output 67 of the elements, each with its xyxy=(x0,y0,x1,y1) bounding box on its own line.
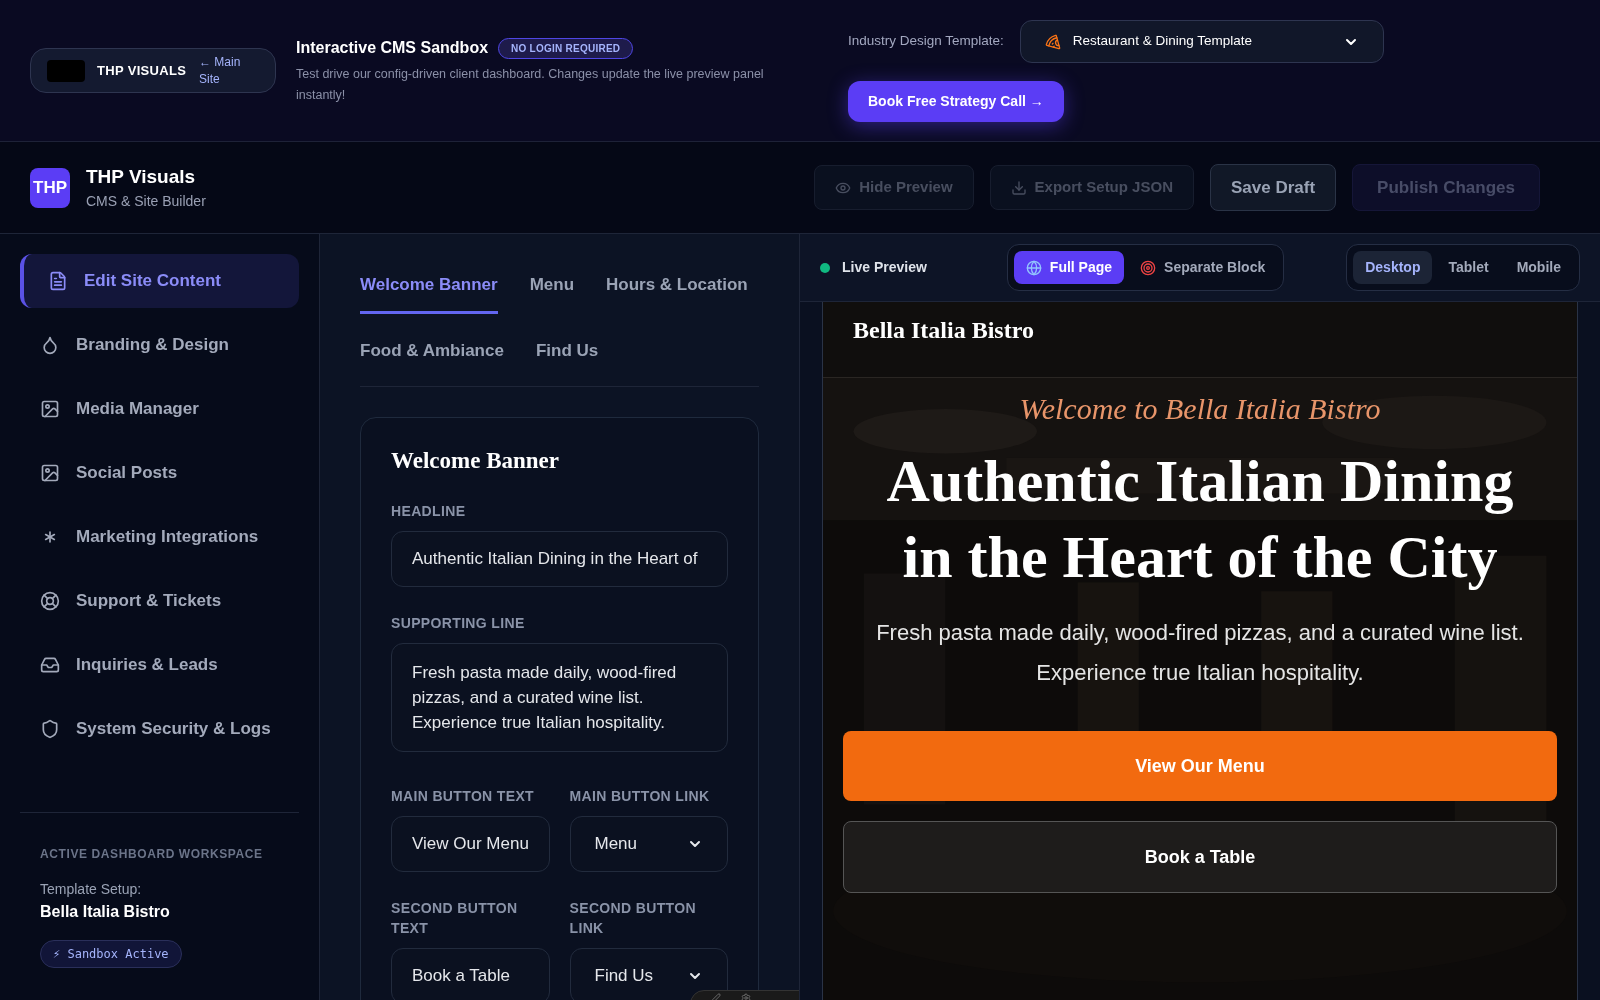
hero-headline: Authentic Italian Dining in the Heart of the City xyxy=(885,447,1515,592)
pen-icon[interactable] xyxy=(711,993,721,1000)
field-label: MAIN BUTTON TEXT xyxy=(391,786,535,806)
globe-icon xyxy=(1025,259,1042,276)
sandbox-title: Interactive CMS Sandbox xyxy=(296,38,489,58)
field-label: MAIN BUTTON LINK xyxy=(569,786,711,806)
inbox-icon xyxy=(40,655,60,675)
text-field[interactable]: View Our Menu xyxy=(391,815,550,872)
logo-thumbnail xyxy=(47,59,85,82)
strategy-call-button[interactable]: Book Free Strategy Call → xyxy=(848,81,1064,122)
sidebar-item[interactable]: Inquiries & Leads xyxy=(20,638,299,692)
header-button[interactable]: Save Draft xyxy=(1209,163,1337,212)
shield-icon xyxy=(40,719,60,739)
editor-tab[interactable]: Hours & Location xyxy=(606,254,748,314)
device-toggle[interactable]: Desktop xyxy=(1353,251,1433,284)
sidebar-item[interactable]: System Security & Logs xyxy=(20,702,299,756)
template-label: Industry Design Template: xyxy=(848,32,1004,51)
device-toggle[interactable]: Mobile xyxy=(1504,251,1573,284)
field-label: HEADLINE xyxy=(391,501,467,521)
image-icon xyxy=(40,463,60,483)
sandbox-status-badge: ⚡ Sandbox Active xyxy=(40,940,182,968)
template-name: Bella Italia Bistro xyxy=(40,902,171,922)
book-table-button[interactable]: Book a Table xyxy=(843,821,1557,893)
app-subtitle: CMS & Site Builder xyxy=(86,192,206,212)
brand-name: THP VISUALS xyxy=(97,61,187,80)
live-preview-label: Live Preview xyxy=(842,258,927,277)
hero-eyebrow: Welcome to Bella Italia Bistro xyxy=(1019,391,1381,427)
editor-tab[interactable]: Food & Ambiance xyxy=(360,320,504,380)
template-select[interactable]: Restaurant & Dining Template xyxy=(1019,20,1384,63)
field-label: SUPPORTING LINE xyxy=(391,613,526,633)
editor-tab[interactable]: Find Us xyxy=(535,320,599,380)
sidebar-item[interactable]: Branding & Design xyxy=(20,318,299,372)
preview-mode-toggle[interactable]: Full Page xyxy=(1013,251,1125,284)
sidebar-item[interactable]: Media Manager xyxy=(20,382,299,436)
template-setup-label: Template Setup: xyxy=(40,880,143,899)
droplet-icon xyxy=(40,335,60,355)
sidebar-item[interactable]: Edit Site Content xyxy=(20,254,299,308)
target-icon xyxy=(1140,259,1157,276)
settings-icon[interactable] xyxy=(741,993,751,1000)
textarea-field[interactable]: Fresh pasta made daily, wood-fired pizzas, and a curated wine list. Experience true Italian hospitality. xyxy=(391,642,728,752)
download-icon xyxy=(1010,179,1027,196)
device-toggle[interactable]: Tablet xyxy=(1436,251,1501,284)
app-title: THP Visuals xyxy=(86,164,197,189)
editor-tab[interactable]: Menu xyxy=(529,254,574,314)
login-badge: NO LOGIN REQUIRED xyxy=(498,37,634,59)
text-field[interactable]: Book a Table xyxy=(391,947,550,1000)
document-icon xyxy=(48,271,68,291)
field-label: SECOND BUTTON TEXT xyxy=(391,898,519,938)
sidebar-item[interactable]: Marketing Integrations xyxy=(20,510,299,564)
lifebuoy-icon xyxy=(40,591,60,611)
sandbox-description: Test drive our config-driven client dashboard. Changes update the live preview panel instantly! xyxy=(296,66,765,104)
editor-tab[interactable]: Welcome Banner xyxy=(360,254,498,314)
text-field[interactable]: Authentic Italian Dining in the Heart of xyxy=(391,530,728,587)
field-label: SECOND BUTTON LINK xyxy=(569,898,697,938)
select-field[interactable]: Menu xyxy=(569,815,728,872)
preview-mode-toggle[interactable]: Separate Block xyxy=(1128,251,1278,284)
pizza-icon xyxy=(1044,33,1061,50)
hero-subtext: Fresh pasta made daily, wood-fired pizzas, and a curated wine list. Experience true Italian hospitality. xyxy=(875,619,1525,687)
main-site-link[interactable]: ← Main Site xyxy=(199,53,259,88)
sidebar-item[interactable]: Support & Tickets xyxy=(20,574,299,628)
workspace-heading: ACTIVE DASHBOARD WORKSPACE xyxy=(40,846,264,863)
sidebar-item[interactable]: Social Posts xyxy=(20,446,299,500)
select-field[interactable]: Find Us xyxy=(569,947,728,1000)
image-icon xyxy=(40,399,60,419)
app-logo: THP xyxy=(30,167,70,208)
card-title: Welcome Banner xyxy=(391,447,560,475)
site-name: Bella Italia Bistro xyxy=(853,316,1034,345)
